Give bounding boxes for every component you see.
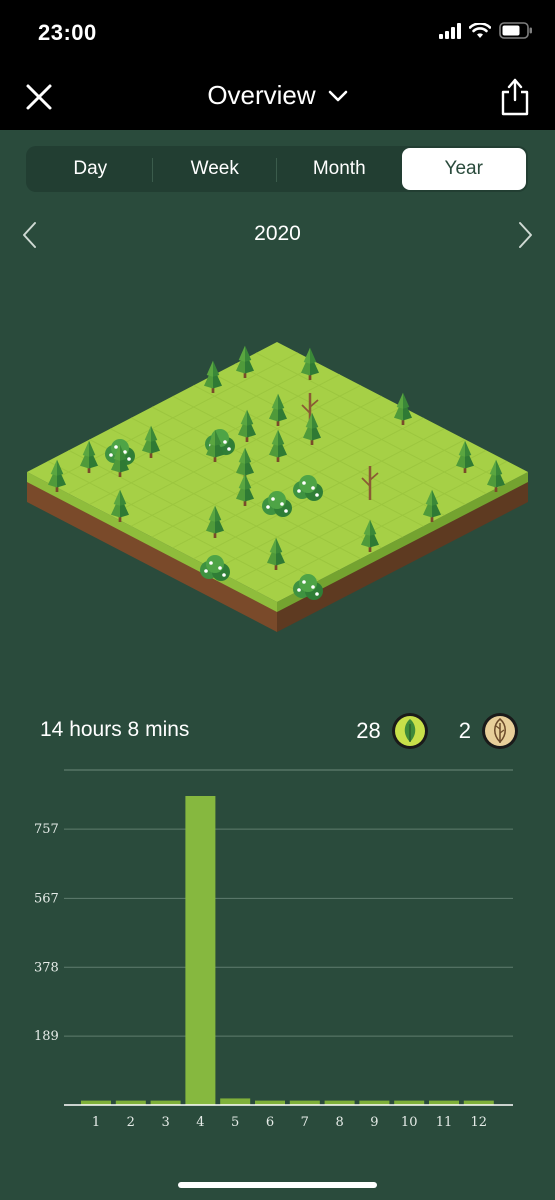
x-tick-label: 2 bbox=[127, 1115, 135, 1130]
dead-tree-count: 2 bbox=[458, 718, 471, 743]
period-segmented-control: Day Week Month Year bbox=[26, 146, 528, 192]
status-icons bbox=[439, 22, 533, 39]
tab-year-label: Year bbox=[444, 158, 483, 179]
x-tick-label: 11 bbox=[436, 1115, 453, 1130]
forest-illustration bbox=[27, 342, 528, 632]
wifi-icon bbox=[469, 22, 491, 38]
x-tick-label: 9 bbox=[370, 1115, 378, 1130]
nav-title-container: Overview bbox=[0, 80, 555, 111]
tab-day-label: Day bbox=[73, 158, 108, 179]
x-tick-label: 3 bbox=[161, 1115, 169, 1130]
period-navigator: 2020 bbox=[0, 218, 555, 254]
x-tick-label: 10 bbox=[401, 1115, 418, 1130]
overview-content: Day Week Month Year 2020 14 hours 8 mins… bbox=[0, 130, 555, 1200]
x-tick-label: 1 bbox=[92, 1115, 100, 1130]
bar bbox=[185, 796, 216, 1105]
tab-week[interactable]: Week bbox=[153, 148, 278, 190]
x-tick-label: 6 bbox=[266, 1115, 274, 1130]
cellular-signal-icon bbox=[439, 22, 461, 39]
tab-week-label: Week bbox=[190, 158, 239, 179]
healthy-tree-icon bbox=[391, 713, 428, 749]
x-tick-label: 7 bbox=[301, 1115, 309, 1130]
status-bar: 23:00 bbox=[0, 0, 555, 66]
battery-icon bbox=[499, 22, 532, 39]
tab-month-label: Month bbox=[312, 158, 366, 179]
bar bbox=[220, 1098, 251, 1105]
tree-stats: 28 2 bbox=[356, 712, 519, 750]
overview-dropdown[interactable]: Overview bbox=[207, 80, 347, 111]
withered-tree-icon bbox=[482, 713, 518, 749]
nav-bar: Overview bbox=[0, 66, 555, 130]
tab-year[interactable]: Year bbox=[401, 148, 526, 190]
tab-day[interactable]: Day bbox=[28, 148, 153, 190]
y-tick-label: 378 bbox=[34, 960, 59, 975]
share-icon[interactable] bbox=[499, 76, 531, 116]
summary-row: 14 hours 8 mins 28 2 bbox=[0, 710, 555, 754]
yearly-focus-chart: 189 378 567 757 1 2 3 4 5 6 7 8 9 10 11 12 bbox=[0, 760, 555, 1140]
x-tick-label: 8 bbox=[335, 1115, 343, 1130]
tab-month[interactable]: Month bbox=[277, 148, 402, 190]
focus-duration: 14 hours 8 mins bbox=[40, 718, 190, 741]
chevron-down-icon bbox=[328, 90, 347, 101]
y-tick-label: 757 bbox=[34, 822, 59, 837]
period-label: 2020 bbox=[254, 222, 301, 245]
y-tick-label: 567 bbox=[34, 891, 59, 906]
bar-chart: 1893785677571 2 3 4 5 6 7 8 9 10 11 12 bbox=[34, 769, 513, 1130]
home-indicator bbox=[178, 1182, 377, 1188]
x-tick-label: 12 bbox=[471, 1115, 488, 1130]
x-tick-label: 4 bbox=[196, 1115, 204, 1130]
chevron-right-icon[interactable] bbox=[513, 220, 537, 250]
y-tick-label: 189 bbox=[34, 1029, 59, 1044]
x-tick-label: 5 bbox=[231, 1115, 239, 1130]
healthy-tree-count: 28 bbox=[356, 718, 381, 743]
status-time: 23:00 bbox=[38, 20, 97, 45]
page-title: Overview bbox=[207, 80, 316, 110]
